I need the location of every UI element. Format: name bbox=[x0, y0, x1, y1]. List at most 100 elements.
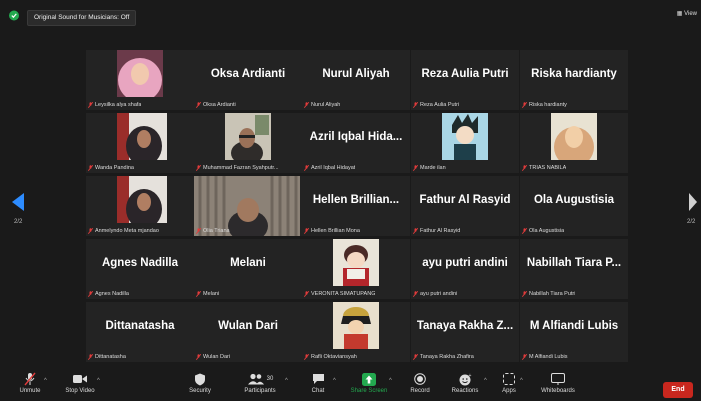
participant-tile[interactable]: Riska hardianty Riska hardianty bbox=[520, 50, 628, 110]
participant-tile[interactable]: Leysilka alya shafa bbox=[86, 50, 194, 110]
participant-name-text: Oksa Ardianti bbox=[203, 102, 236, 108]
participant-tile[interactable]: Ola Augustisia Ola Augustisia bbox=[520, 176, 628, 236]
muted-microphone-icon bbox=[88, 228, 93, 234]
participant-name-text: Leysilka alya shafa bbox=[95, 102, 142, 108]
participant-display-name: Dittanatasha bbox=[105, 320, 175, 332]
participant-video-feed bbox=[117, 50, 163, 102]
participant-name-text: Reza Aulia Putri bbox=[420, 102, 460, 108]
participant-name-label: Nabillah Tiara Putri bbox=[522, 291, 575, 297]
meeting-toolbar: Unmute ^ Stop Video ^ Security 30 Partic… bbox=[0, 370, 701, 401]
participant-tile[interactable]: Azril Iqbal Hida... Azril Iqbal Hidayat bbox=[302, 113, 410, 173]
participant-name-label: Wulan Dari bbox=[196, 354, 230, 360]
participant-tile[interactable]: Oksa Ardianti Oksa Ardianti bbox=[194, 50, 302, 110]
participant-tile[interactable]: Melani Melani bbox=[194, 239, 302, 299]
muted-microphone-icon bbox=[304, 165, 309, 171]
chat-label: Chat bbox=[311, 388, 325, 394]
record-button[interactable]: Record bbox=[407, 372, 433, 394]
muted-microphone-icon bbox=[24, 372, 36, 386]
unmute-button[interactable]: Unmute bbox=[16, 372, 44, 394]
stop-video-button[interactable]: Stop Video bbox=[62, 372, 98, 394]
participant-name-text: Nabillah Tiara Putri bbox=[529, 291, 576, 297]
participants-icon bbox=[247, 373, 264, 385]
record-icon bbox=[414, 373, 426, 385]
participant-display-name: Hellen Brillian... bbox=[312, 194, 400, 206]
svg-text:+: + bbox=[468, 373, 471, 379]
participant-display-name: Melani bbox=[230, 257, 266, 269]
participant-tile[interactable]: Dittanatasha Dittanatasha bbox=[86, 302, 194, 362]
video-options-caret-icon[interactable]: ^ bbox=[97, 378, 100, 384]
whiteboard-icon bbox=[551, 373, 565, 385]
participant-display-name: Oksa Ardianti bbox=[210, 68, 286, 80]
participant-tile[interactable]: Tanaya Rakha Z... Tanaya Rakha Zhafira bbox=[411, 302, 519, 362]
participant-display-name: Nabillah Tiara P... bbox=[526, 257, 622, 269]
participant-name-label: Rafli Oktaviansyah bbox=[304, 354, 357, 360]
chat-button[interactable]: Chat bbox=[306, 372, 330, 394]
participant-tile[interactable]: TRIAS NABILA bbox=[520, 113, 628, 173]
participants-options-caret-icon[interactable]: ^ bbox=[285, 378, 288, 384]
participant-tile[interactable]: ayu putri andini ayu putri andini bbox=[411, 239, 519, 299]
muted-microphone-icon bbox=[88, 354, 93, 360]
participant-name-text: Marde ilan bbox=[420, 165, 446, 171]
participant-name-text: Nurul Aliyah bbox=[311, 102, 341, 108]
participant-name-label: Wanda Pandina bbox=[88, 165, 134, 171]
participant-tile[interactable]: Hellen Brillian... Hellen Brillian Mona bbox=[302, 176, 410, 236]
participant-video-feed bbox=[333, 239, 379, 291]
audio-options-caret-icon[interactable]: ^ bbox=[44, 378, 47, 384]
share-screen-icon bbox=[362, 372, 376, 386]
reactions-options-caret-icon[interactable]: ^ bbox=[484, 378, 487, 384]
participant-tile[interactable]: Nabillah Tiara P... Nabillah Tiara Putri bbox=[520, 239, 628, 299]
muted-microphone-icon bbox=[413, 354, 418, 360]
unmute-label: Unmute bbox=[19, 388, 41, 394]
participant-tile[interactable]: Rafli Oktaviansyah bbox=[302, 302, 410, 362]
participant-tile[interactable]: Anmelyndo Meta mjandao bbox=[86, 176, 194, 236]
muted-microphone-icon bbox=[304, 354, 309, 360]
participants-button[interactable]: 30 Participants bbox=[238, 372, 282, 394]
participant-display-name: Wulan Dari bbox=[218, 320, 278, 332]
participant-name-text: TRIAS NABILA bbox=[529, 165, 567, 171]
share-options-caret-icon[interactable]: ^ bbox=[389, 378, 392, 384]
apps-icon bbox=[503, 373, 515, 385]
participant-tile[interactable]: M Alfiandi Lubis M Alfiandi Lubis bbox=[520, 302, 628, 362]
participant-video-feed bbox=[551, 113, 597, 167]
muted-microphone-icon bbox=[88, 291, 93, 297]
previous-page-arrow-icon[interactable] bbox=[11, 192, 25, 212]
participant-tile[interactable]: Muhammad Fazran Syahputr... bbox=[194, 113, 302, 173]
participant-tile[interactable]: Wanda Pandina bbox=[86, 113, 194, 173]
participant-display-name: Azril Iqbal Hida... bbox=[309, 131, 403, 143]
participant-name-text: Melani bbox=[203, 291, 220, 297]
participant-tile[interactable]: Marde ilan bbox=[411, 113, 519, 173]
participant-name-label: Dittanatasha bbox=[88, 354, 126, 360]
participant-tile[interactable]: Fathur Al Rasyid Fathur Al Rasyid bbox=[411, 176, 519, 236]
participant-name-text: Hellen Brillian Mona bbox=[311, 228, 360, 234]
participant-tile[interactable]: Nurul Aliyah Nurul Aliyah bbox=[302, 50, 410, 110]
apps-button[interactable]: Apps bbox=[498, 372, 520, 394]
next-page-arrow-icon[interactable] bbox=[688, 192, 698, 212]
security-button[interactable]: Security bbox=[186, 372, 214, 394]
video-camera-icon bbox=[73, 375, 87, 383]
participant-name-text: Rafli Oktaviansyah bbox=[311, 354, 357, 360]
participant-name-text: Azril Iqbal Hidayat bbox=[311, 165, 356, 171]
participant-tile[interactable]: VERONITA SIMATUPANG bbox=[302, 239, 410, 299]
muted-microphone-icon bbox=[522, 228, 527, 234]
participant-tile[interactable]: Agnes Nadilla Agnes Nadilla bbox=[86, 239, 194, 299]
page-indicator-left: 2/2 bbox=[14, 219, 23, 225]
participant-name-text: Tanaya Rakha Zhafira bbox=[420, 354, 474, 360]
apps-options-caret-icon[interactable]: ^ bbox=[520, 378, 523, 384]
whiteboards-button[interactable]: Whiteboards bbox=[536, 372, 580, 394]
participant-name-text: Wulan Dari bbox=[203, 354, 231, 360]
muted-microphone-icon bbox=[413, 228, 418, 234]
chat-options-caret-icon[interactable]: ^ bbox=[333, 378, 336, 384]
participant-name-text: Agnes Nadilla bbox=[95, 291, 129, 297]
participant-tile[interactable]: Wulan Dari Wulan Dari bbox=[194, 302, 302, 362]
end-meeting-button[interactable]: End bbox=[663, 382, 693, 398]
participant-video-feed bbox=[333, 302, 379, 354]
muted-microphone-icon bbox=[304, 102, 309, 108]
reactions-button[interactable]: + Reactions bbox=[448, 372, 482, 395]
participant-name-label: Reza Aulia Putri bbox=[413, 102, 459, 108]
participant-display-name: Nurul Aliyah bbox=[322, 68, 390, 80]
muted-microphone-icon bbox=[413, 102, 418, 108]
participant-name-label: ayu putri andini bbox=[413, 291, 457, 297]
participant-tile[interactable]: Olia Triana bbox=[194, 176, 302, 236]
participant-tile[interactable]: Reza Aulia Putri Reza Aulia Putri bbox=[411, 50, 519, 110]
share-screen-button[interactable]: Share Screen bbox=[349, 372, 389, 394]
